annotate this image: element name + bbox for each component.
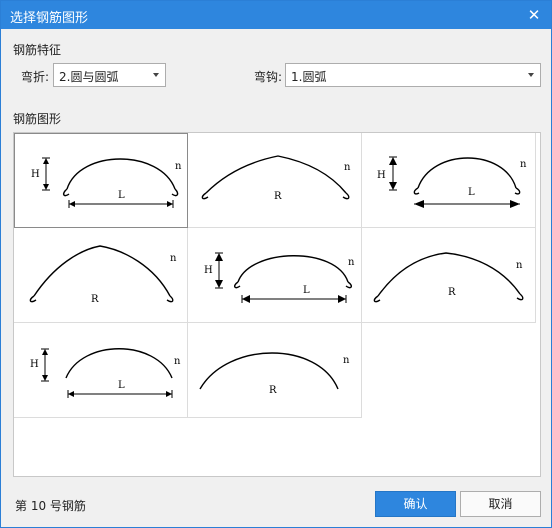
- cancel-button[interactable]: 取消: [460, 491, 541, 517]
- bend-select[interactable]: 2.圆与圆弧: [53, 63, 166, 87]
- radius-label: R: [269, 385, 277, 396]
- shape-option-6[interactable]: R n: [362, 228, 536, 323]
- close-icon[interactable]: ✕: [523, 4, 545, 26]
- title-bar: 选择钢筋图形 ✕: [1, 1, 551, 29]
- radius-label: R: [448, 287, 456, 298]
- features-section-label: 钢筋特征: [13, 43, 62, 57]
- length-label: L: [303, 285, 310, 296]
- height-label: H: [377, 170, 386, 181]
- select-rebar-shape-dialog: 选择钢筋图形 ✕ 钢筋特征 弯折: 2.圆与圆弧 弯钩: 1.圆弧 钢筋图形 H: [0, 0, 552, 528]
- hook-select-value: 1.圆弧: [291, 70, 327, 84]
- shape-option-5[interactable]: H L n: [188, 228, 362, 323]
- count-label: n: [170, 253, 177, 264]
- dialog-title: 选择钢筋图形: [10, 11, 89, 26]
- shape-option-1[interactable]: H L n: [14, 133, 188, 228]
- shape-option-4[interactable]: R n: [14, 228, 188, 323]
- length-label: L: [118, 190, 125, 201]
- count-label: n: [343, 355, 350, 366]
- chevron-down-icon: [528, 73, 534, 77]
- hook-select[interactable]: 1.圆弧: [285, 63, 541, 87]
- radius-label: R: [274, 191, 282, 202]
- length-label: L: [118, 380, 125, 391]
- shapes-section-label: 钢筋图形: [13, 112, 62, 126]
- count-label: n: [520, 159, 527, 170]
- radius-label: R: [91, 294, 99, 305]
- height-label: H: [30, 359, 39, 370]
- ok-button[interactable]: 确认: [375, 491, 456, 517]
- count-label: n: [175, 161, 182, 172]
- height-label: H: [204, 265, 213, 276]
- hook-label: 弯钩:: [254, 70, 283, 84]
- shape-option-3[interactable]: H L n: [362, 133, 536, 228]
- chevron-down-icon: [153, 73, 159, 77]
- bend-select-value: 2.圆与圆弧: [59, 70, 119, 84]
- shape-option-2[interactable]: R n: [188, 133, 362, 228]
- shape-gallery: H L n R n H L n R n H L n R n H L n R n: [13, 132, 541, 477]
- height-label: H: [31, 169, 40, 180]
- count-label: n: [516, 260, 523, 271]
- count-label: n: [348, 257, 355, 268]
- shape-option-7[interactable]: H L n: [14, 323, 188, 418]
- count-label: n: [174, 356, 181, 367]
- length-label: L: [468, 187, 475, 198]
- bend-label: 弯折:: [21, 70, 50, 84]
- shape-option-8[interactable]: R n: [188, 323, 362, 418]
- rebar-number-status: 第 10 号钢筋: [15, 499, 86, 513]
- count-label: n: [344, 162, 351, 173]
